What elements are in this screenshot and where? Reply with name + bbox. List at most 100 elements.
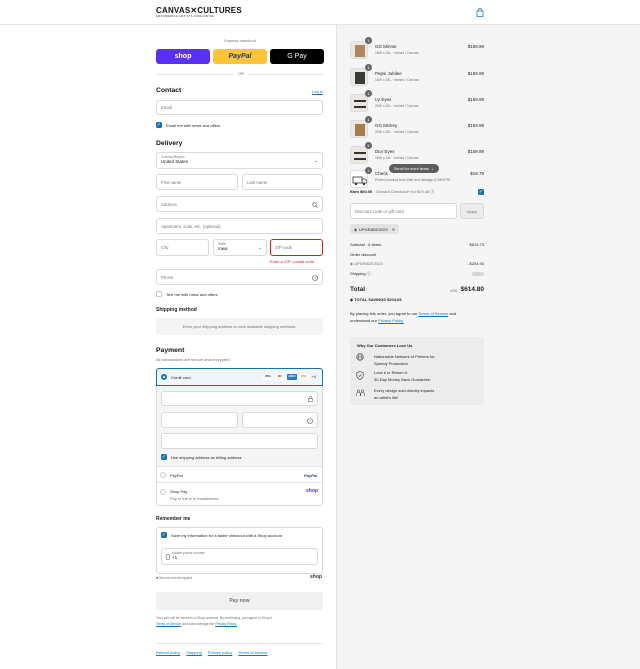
apartment-input[interactable]: Apartment, suite, etc. (optional) [156,218,323,234]
chevron-down-icon: ⌄ [257,245,262,251]
shop-logo: shop [306,488,318,494]
divider [157,466,322,467]
text-news-checkbox[interactable] [156,291,162,297]
paypal-option-label[interactable]: PayPal [170,473,183,478]
shipping-method-note: Enter your shipping address to view avai… [182,324,297,329]
mastercard-icon: MC [274,374,285,380]
name-on-card-input[interactable] [161,433,318,449]
contact-heading: Contact [156,87,182,94]
shipping-link[interactable]: Shipping [186,650,202,655]
close-icon[interactable]: ✕ [392,227,395,232]
payment-subtitle: All transactions are secure and encrypte… [156,357,231,362]
subtotal-label: Subtotal · 6 items [350,242,382,247]
shipping-method-notice: Enter your shipping address to view avai… [156,318,323,335]
login-link[interactable]: Log in [312,89,323,94]
shipping-method-heading: Shipping method [156,307,197,313]
logo[interactable]: CANVAS✕CULTURES [156,6,242,15]
credit-card-radio[interactable] [161,374,167,380]
discount-code-input[interactable]: Discount code or gift card [350,203,457,219]
pay-now-label: Pay now [229,598,250,604]
help-icon[interactable]: ? [307,418,313,424]
total-label: Total [350,286,366,293]
city-placeholder: City [161,245,169,250]
city-input[interactable]: City [156,239,209,256]
savings-value: $204.93 [387,297,402,302]
apartment-placeholder: Apartment, suite, etc. (optional) [161,223,221,229]
pay-now-button[interactable]: Pay now [156,592,323,610]
quantity-badge: 1 [365,142,372,149]
shop-pay-radio[interactable] [160,489,166,495]
scroll-for-more-pill[interactable]: Scroll for more items ↓ [389,164,439,173]
why-point-line-2: Speedy Production [374,360,408,366]
shop-privacy-link[interactable]: Privacy Policy. [215,622,237,626]
address-input[interactable]: Address [156,196,323,212]
people-icon [356,389,365,396]
shop-pay-button[interactable]: shop [156,49,210,64]
item-thumbnail [350,146,368,164]
discover-icon: DISC [298,374,309,380]
zip-placeholder: ZIP code [275,245,293,250]
order-discount-label: Order discount [350,252,377,257]
state-select[interactable]: State Iowa ⌄ [213,239,267,256]
expiry-input[interactable] [161,412,238,428]
billing-same-label: Use shipping address as billing address [171,455,242,460]
item-thumbnail [350,120,368,138]
save-info-checkbox[interactable]: ✓ [161,532,167,538]
item-name: Pepsi Jubilee [375,71,402,76]
why-point: Nationwide Network of Printers for Speedy… [374,354,435,367]
onward-checkbox[interactable]: ✓ [478,189,484,195]
security-code-input[interactable]: ? [242,412,318,428]
help-icon[interactable]: ⓘ [367,271,371,276]
help-icon[interactable]: ? [312,275,318,281]
privacy-policy-link[interactable]: Privacy policy [208,650,232,655]
phone-input[interactable]: Phone ? [156,269,323,285]
artwork-image [354,100,366,108]
email-news-checkbox[interactable]: ✓ [156,122,162,128]
order-discount-code: ◈ UPGRADE2023 [350,261,383,266]
currency-label: USD [450,289,458,293]
email-placeholder: Email [161,105,172,110]
email-news-label: Email me with news and offers [166,123,221,128]
terms-link[interactable]: Terms of Service [418,311,448,316]
quantity-badge: 1 [365,37,372,44]
billing-same-checkbox[interactable]: ✓ [161,454,167,460]
remember-heading: Remember me [156,516,191,522]
paypal-button[interactable]: PayPal [213,49,267,64]
why-us-title: Why Our Customers Love Us [357,343,413,348]
google-pay-button[interactable]: G Pay [270,49,324,64]
agree-text: By placing this order, you agree to our … [350,311,485,324]
country-select[interactable]: Country/Region United States ⌄ [156,152,323,169]
amex-icon: AMEX [286,374,297,380]
item-price: $159.99 [467,71,484,76]
terms-of-service-link[interactable]: Terms of service [238,650,267,655]
email-input[interactable]: Email [156,100,323,115]
item-variant: 20W x 20L · Inches / Canvas [375,130,419,134]
zip-input[interactable]: ZIP code [270,239,323,256]
privacy-link[interactable]: Privacy Policy. [378,318,404,323]
mobile-phone-input[interactable]: Mobile phone number +1 [161,548,318,565]
last-name-input[interactable]: Last name [242,174,323,190]
first-name-input[interactable]: First name [156,174,238,190]
item-variant: 16W x 24L · Inches / Canvas [375,78,419,82]
svg-text:?: ? [309,419,311,423]
earn-row: Earn $60.00 · Onward Checkout+ for $19.4… [350,189,434,195]
info-icon[interactable]: ⓘ [430,189,434,194]
item-name: LV Eyes [375,97,392,102]
item-price: $159.99 [467,44,484,49]
quantity-badge: 1 [365,116,372,123]
shop-terms-link[interactable]: Terms of Service [156,622,181,626]
paypal-radio[interactable] [160,472,166,478]
item-price: $159.99 [467,149,484,154]
discount-placeholder: Discount code or gift card [355,208,404,214]
item-name: Dior Eyes [375,149,395,154]
shopping-bag-icon[interactable] [476,8,484,17]
credit-card-option[interactable]: Credit card VISA MC AMEX DISC +4 [156,368,323,386]
visa-icon: VISA [262,374,273,380]
why-point-line-1: Every design sold directly impacts [374,388,435,393]
refund-policy-link[interactable]: Refund policy [156,650,180,655]
apply-button[interactable]: Apply [460,203,484,219]
zip-error: Enter a ZIP / postal code [270,259,314,264]
card-number-input[interactable] [161,391,318,406]
item-name: GG Mickey [375,123,398,128]
shop-pay-option-label[interactable]: Shop Pay [170,489,187,494]
